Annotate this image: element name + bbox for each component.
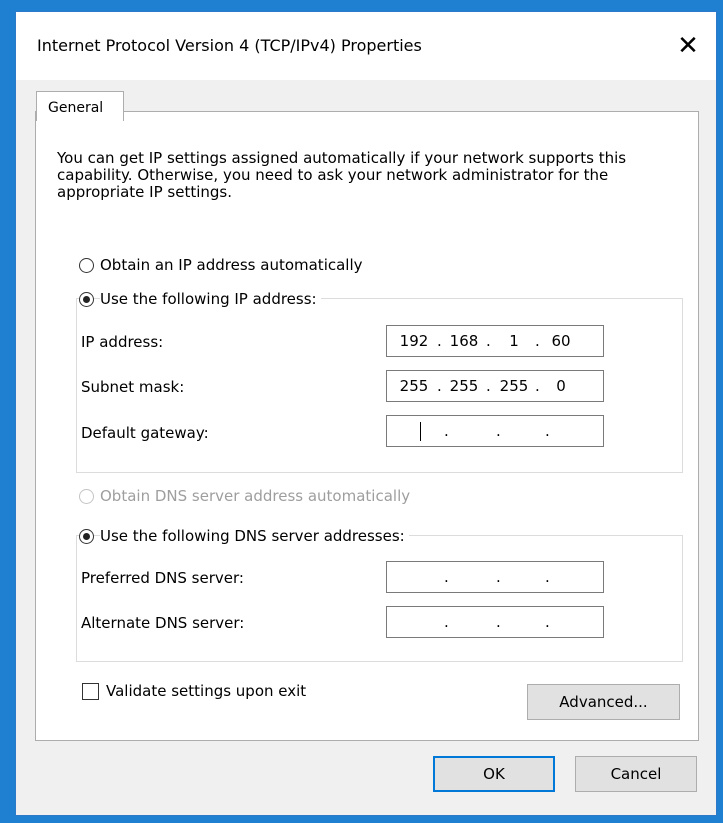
octet-separator: . [486,332,491,350]
dns-manual-radio[interactable] [79,528,94,544]
octet-separator: . [545,568,550,586]
dns-auto-option[interactable]: Obtain DNS server address automatically [79,487,410,505]
ip-auto-option[interactable]: Obtain an IP address automatically [79,256,363,274]
octet-separator: . [444,568,449,586]
octet-separator: . [496,613,501,631]
subnet-octet-3: 255 [499,377,529,395]
dns-server-group [76,535,683,662]
dns-manual-label: Use the following DNS server addresses: [100,527,409,545]
tab-strip: General [16,80,716,121]
ip-address-input[interactable]: 192 . 168 . 1 . 60 [386,325,604,357]
alternate-dns-input[interactable]: . . . [386,606,604,638]
subnet-octet-4: 0 [556,377,566,395]
octet-separator: . [535,377,540,395]
dns-auto-radio[interactable] [79,488,94,504]
intro-text: You can get IP settings assigned automat… [57,149,627,201]
preferred-dns-input[interactable]: . . . [386,561,604,593]
ip-auto-radio[interactable] [79,257,94,273]
alternate-dns-label: Alternate DNS server: [81,614,245,632]
octet-separator: . [545,422,550,440]
validate-option[interactable]: Validate settings upon exit [82,682,306,700]
dns-auto-label: Obtain DNS server address automatically [100,487,411,505]
octet-separator: . [437,377,442,395]
ipv4-properties-dialog: Internet Protocol Version 4 (TCP/IPv4) P… [15,11,717,816]
cancel-button[interactable]: Cancel [575,756,697,792]
octet-separator: . [444,613,449,631]
window-title: Internet Protocol Version 4 (TCP/IPv4) P… [37,36,422,55]
ip-address-label: IP address: [81,333,164,351]
ip-manual-radio[interactable] [79,291,94,307]
octet-separator: . [496,422,501,440]
octet-separator: . [535,332,540,350]
title-bar[interactable]: Internet Protocol Version 4 (TCP/IPv4) P… [16,12,716,80]
octet-separator: . [496,568,501,586]
octet-separator: . [486,377,491,395]
ip-auto-label: Obtain an IP address automatically [100,256,363,274]
ip-octet-3: 1 [509,332,519,350]
default-gateway-label: Default gateway: [81,424,209,442]
ip-manual-label: Use the following IP address: [100,290,321,308]
octet-separator: . [545,613,550,631]
tab-general[interactable]: General [36,91,124,121]
ip-octet-1: 192 [399,332,429,350]
preferred-dns-label: Preferred DNS server: [81,569,244,587]
ip-octet-2: 168 [449,332,479,350]
ip-manual-option[interactable]: Use the following IP address: [79,290,321,308]
ok-button[interactable]: OK [433,756,555,792]
advanced-button[interactable]: Advanced... [527,684,680,720]
subnet-octet-1: 255 [399,377,429,395]
dns-manual-option[interactable]: Use the following DNS server addresses: [79,527,409,545]
octet-separator: . [437,332,442,350]
validate-label: Validate settings upon exit [106,682,307,700]
subnet-mask-input[interactable]: 255 . 255 . 255 . 0 [386,370,604,402]
subnet-octet-2: 255 [449,377,479,395]
close-icon[interactable]: ✕ [660,12,716,80]
validate-checkbox[interactable] [82,682,99,700]
text-caret [420,422,421,441]
octet-separator: . [444,422,449,440]
general-panel: You can get IP settings assigned automat… [35,111,699,741]
subnet-mask-label: Subnet mask: [81,378,185,396]
ip-octet-4: 60 [551,332,571,350]
default-gateway-input[interactable]: . . . [386,415,604,447]
